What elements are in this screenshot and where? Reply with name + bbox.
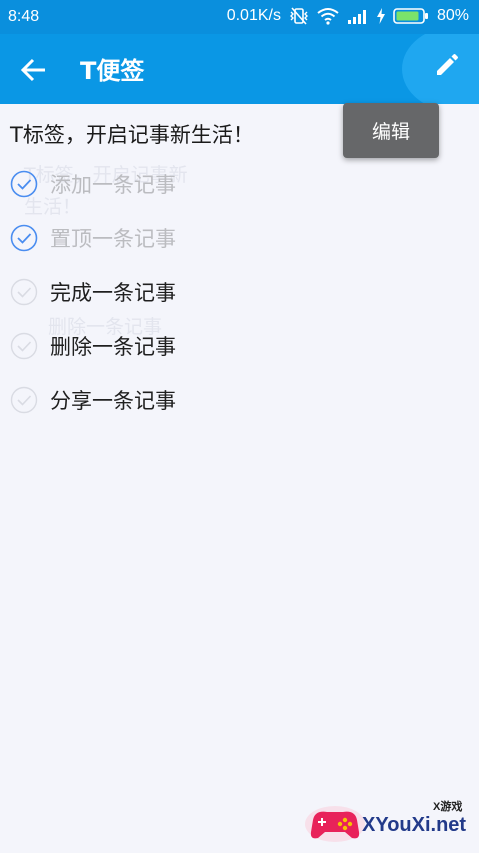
arrow-left-icon (20, 58, 45, 82)
task-item[interactable]: 添加一条记事 (10, 164, 176, 204)
signal-icon (347, 8, 369, 24)
check-circle-icon[interactable] (10, 332, 38, 360)
watermark-site-text: XYouXi.net (362, 814, 467, 836)
battery-percent: 80% (436, 7, 469, 24)
charging-icon (376, 8, 385, 24)
gamepad-logo-icon (305, 806, 365, 842)
task-item[interactable]: 置顶一条记事 (10, 218, 176, 258)
task-label: 分享一条记事 (50, 389, 176, 413)
headline: T标签，开启记事新生活！ (10, 123, 254, 147)
wifi-icon (317, 7, 339, 25)
back-button[interactable] (18, 54, 50, 86)
task-label: 置顶一条记事 (50, 227, 176, 251)
check-circle-icon[interactable] (10, 224, 38, 252)
task-label: 添加一条记事 (50, 173, 176, 197)
status-right-group: 0.01K/s 80% (227, 7, 469, 25)
check-circle-icon[interactable] (10, 278, 38, 306)
net-speed: 0.01K/s (226, 7, 281, 24)
edit-button[interactable] (402, 34, 479, 104)
check-circle-icon[interactable] (10, 386, 38, 414)
task-item[interactable]: 分享一条记事 (10, 380, 176, 420)
watermark: X游戏 XYouXi.net (300, 790, 479, 853)
task-label: 删除一条记事 (50, 335, 176, 359)
task-item[interactable]: 完成一条记事 (10, 272, 176, 312)
vibrate-off-icon (289, 7, 309, 25)
status-time: 8:48 (8, 8, 40, 25)
check-circle-icon[interactable] (10, 170, 38, 198)
pencil-icon (437, 54, 458, 75)
edit-tooltip: 编辑 (343, 103, 439, 158)
app-title: T便签 (80, 57, 145, 85)
task-label: 完成一条记事 (50, 281, 176, 305)
watermark-small-text: X游戏 (433, 801, 463, 813)
app-bar: T便签 (0, 34, 479, 104)
task-item[interactable]: 删除一条记事 (10, 326, 176, 366)
status-bar: 8:48 0.01K/s 80% (0, 0, 479, 34)
battery-icon (393, 7, 429, 25)
